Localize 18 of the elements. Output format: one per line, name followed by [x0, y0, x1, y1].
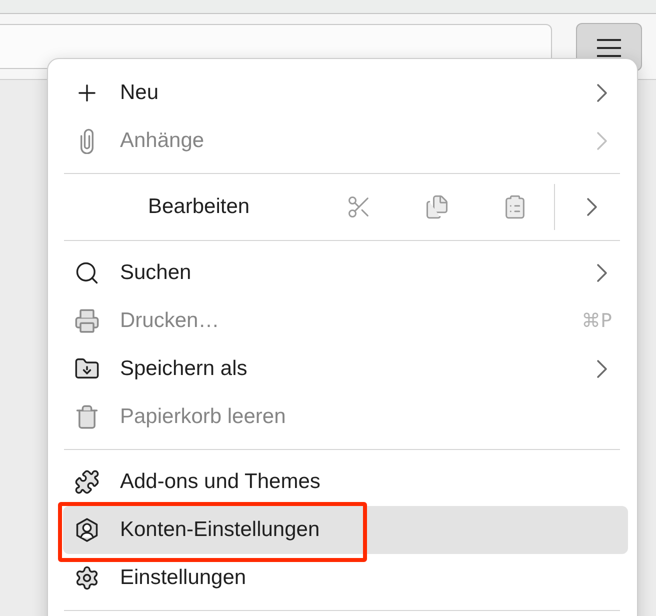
settings-icon [74, 565, 100, 591]
puzzle-icon [74, 469, 100, 495]
search-icon [74, 260, 100, 286]
copy-icon [424, 194, 450, 220]
menu-item[interactable]: Add-ons und Themes [63, 458, 628, 506]
menu-item[interactable]: Konten-Einstellungen [63, 506, 628, 554]
paperclip-icon [80, 128, 94, 154]
menu-item[interactable]: Einstellungen [63, 554, 628, 602]
trash-icon [74, 404, 100, 430]
menu-item[interactable]: Suchen [63, 249, 628, 297]
menu-item[interactable]: Neu [63, 69, 628, 117]
printer-icon [74, 308, 100, 334]
menu-icon [597, 38, 621, 56]
edit-label: Bearbeiten [148, 194, 250, 220]
account-icon [74, 517, 100, 543]
chevron-right-icon [586, 197, 598, 217]
menu-item[interactable]: Speichern als [63, 345, 628, 393]
shortcut-label: ⌘P [582, 308, 612, 334]
